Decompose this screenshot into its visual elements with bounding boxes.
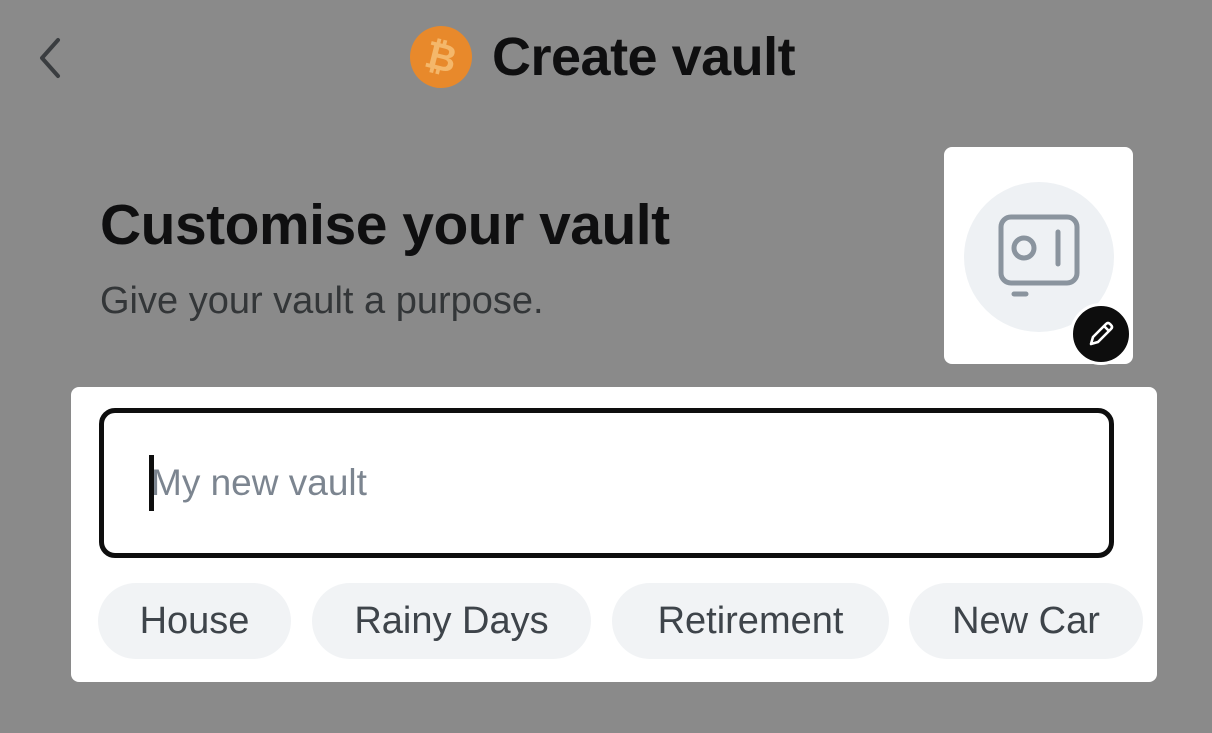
vault-name-placeholder: My new vault bbox=[151, 462, 367, 503]
page-title: Create vault bbox=[492, 27, 796, 87]
vault-name-panel: My new vault House Rainy Days Retirement… bbox=[71, 387, 1157, 682]
vault-icon-circle bbox=[964, 182, 1132, 365]
edit-icon-button[interactable] bbox=[1070, 303, 1132, 365]
top-bar: ₿ Create vault bbox=[0, 0, 1212, 120]
section-title: Customise your vault bbox=[100, 193, 670, 257]
bitcoin-icon: ₿ bbox=[403, 19, 479, 95]
header-title-group: ₿ Create vault bbox=[403, 19, 796, 95]
safe-icon bbox=[998, 214, 1080, 297]
back-button[interactable] bbox=[28, 30, 72, 86]
chip-retirement[interactable]: Retirement bbox=[612, 583, 889, 659]
section-subtitle: Give your vault a purpose. bbox=[100, 280, 544, 322]
pencil-icon bbox=[1089, 321, 1114, 346]
chip-rainy-days[interactable]: Rainy Days bbox=[312, 583, 591, 659]
chip-new-car[interactable]: New Car bbox=[909, 583, 1143, 659]
vault-name-input[interactable]: My new vault bbox=[99, 408, 1114, 558]
chevron-left-icon bbox=[40, 38, 60, 78]
vault-icon-picker[interactable] bbox=[944, 147, 1133, 365]
chip-house[interactable]: House bbox=[98, 583, 291, 659]
